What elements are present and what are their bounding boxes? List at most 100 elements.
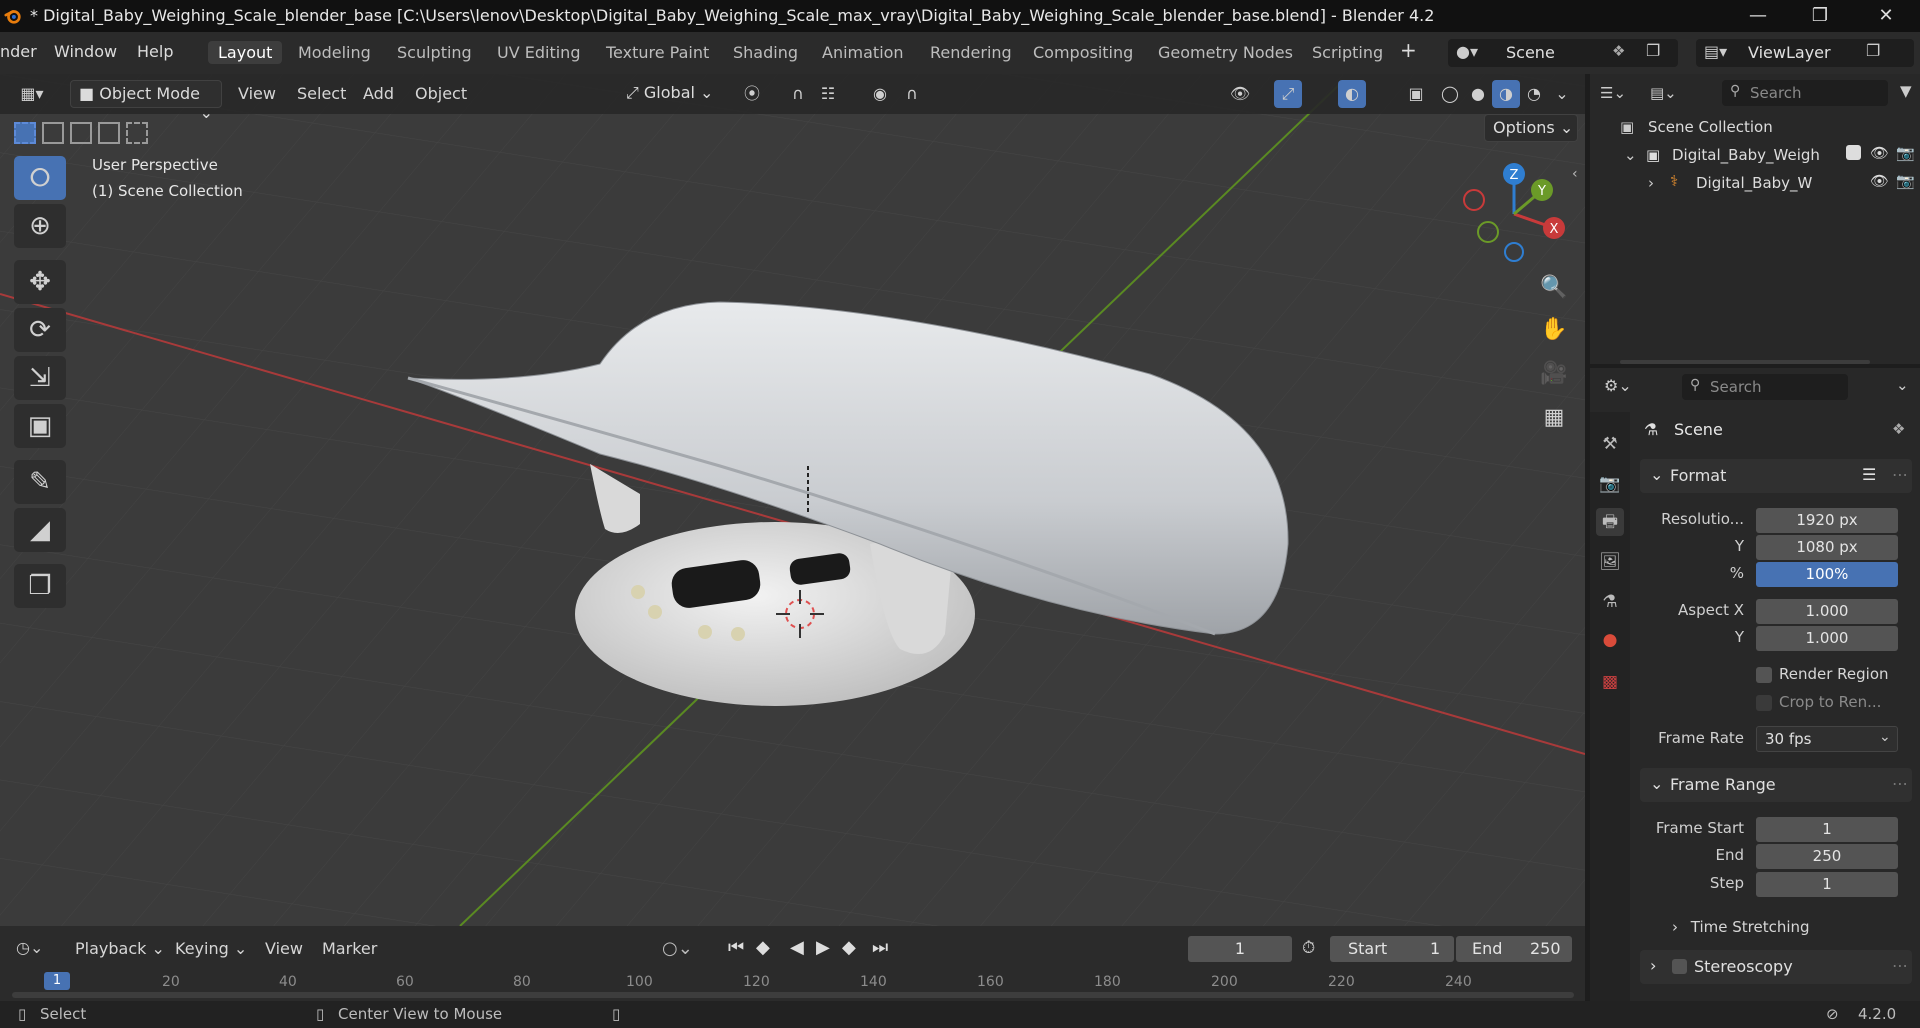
pin-icon[interactable]: ❖ [1612,42,1625,60]
frame-end-field[interactable]: 250 [1756,844,1898,869]
gizmo-neg-x-icon[interactable] [1463,189,1485,211]
tab-texture-paint[interactable]: Texture Paint [596,41,719,64]
timeline-menu-marker[interactable]: Marker [322,939,377,958]
measure-tool-icon[interactable]: ◢ [14,508,66,552]
timeline-menu-keying[interactable]: Keying ⌄ [175,939,247,958]
timeline-start-field[interactable]: Start 1 [1330,936,1454,962]
playhead-indicator[interactable]: 1 [44,972,70,990]
frame-step-field[interactable]: 1 [1756,872,1898,897]
timeline-scrollbar[interactable] [12,992,1574,998]
stereoscopy-checkbox[interactable] [1672,959,1687,974]
outliner-editor-icon[interactable]: ☰⌄ [1600,84,1626,102]
outliner-row-object[interactable]: › ⚕ Digital_Baby_W 👁 📷 [1590,170,1920,196]
scene-tab-icon[interactable]: ⚗ [1596,588,1624,616]
render-tab-icon[interactable]: 📷 [1596,470,1624,498]
close-icon[interactable]: ✕ [1866,4,1906,28]
transform-tool-icon[interactable]: ▣ [14,404,66,448]
snap-target-icon[interactable]: ☷ [814,80,842,108]
viewport-menu-add[interactable]: Add [363,84,394,103]
editor-type-icon[interactable]: ▦▾ [18,80,46,108]
jump-end-icon[interactable]: ⏭ [872,937,888,958]
transform-orientation-dropdown[interactable]: ⤢ Global ⌄ [618,80,726,108]
drag-handle-icon[interactable]: ⋯ [1892,956,1908,975]
new-scene-icon[interactable]: ❐ [1646,41,1660,60]
menu-help[interactable]: Help [137,42,173,61]
outliner-row-collection[interactable]: ⌄ ▣ Digital_Baby_Weigh 👁 📷 [1590,142,1920,168]
timeline-end-field[interactable]: End 250 [1456,936,1572,962]
sidebar-toggle-icon[interactable]: ‹ [1572,166,1578,182]
xray-toggle-icon[interactable]: ▣ [1402,80,1430,108]
timeline-menu-playback[interactable]: Playback ⌄ [75,939,165,958]
gizmo-neg-z-icon[interactable] [1504,242,1524,262]
chevron-down-icon[interactable]: ⌄ [1896,376,1909,394]
world-tab-icon[interactable]: ● [1596,626,1624,654]
navigation-gizmo[interactable]: Z X Y [1456,158,1576,270]
properties-editor-icon[interactable]: ⚙⌄ [1604,376,1632,395]
select-invert-icon[interactable] [98,122,120,144]
presets-list-icon[interactable]: ☰ [1862,465,1876,484]
format-panel-header[interactable]: ⌄ Format ☰ ⋯ [1640,459,1912,493]
exclude-checkbox-icon[interactable] [1846,145,1861,160]
select-box-tool-icon[interactable]: ⭘ [14,156,66,200]
frame-range-panel-header[interactable]: ⌄ Frame Range ⋯ [1640,768,1912,802]
resolution-percent-field[interactable]: 100% [1756,562,1898,587]
select-intersect-icon[interactable] [126,122,148,144]
drag-handle-icon[interactable]: ⋯ [1892,774,1908,793]
view-layer-tab-icon[interactable]: 🖼 [1596,548,1624,576]
pan-hand-icon[interactable]: ✋ [1536,312,1572,348]
wireframe-shading-icon[interactable]: ◯ [1436,80,1464,108]
cursor-tool-icon[interactable]: ⊕ [14,204,66,248]
camera-view-icon[interactable]: 🎥 [1536,356,1572,392]
viewport-menu-select[interactable]: Select [297,84,346,103]
play-reverse-icon[interactable]: ◀ [790,937,804,958]
timeline-editor-icon[interactable]: ◷⌄ [16,938,43,957]
rendered-shading-icon[interactable]: ◔ [1520,80,1548,108]
aspect-y-field[interactable]: 1.000 [1756,626,1898,651]
viewport-menu-object[interactable]: Object [415,84,467,103]
timeline-menu-view[interactable]: View [265,939,303,958]
auto-keying-icon[interactable]: ○⌄ [662,938,693,959]
scale-tool-icon[interactable]: ⇲ [14,356,66,400]
camera-render-icon[interactable]: 📷 [1896,172,1915,190]
gizmo-neg-y-icon[interactable] [1477,221,1499,243]
tab-sculpting[interactable]: Sculpting [387,41,482,64]
ortho-grid-icon[interactable]: ▦ [1536,400,1572,436]
aspect-x-field[interactable]: 1.000 [1756,599,1898,624]
jump-start-icon[interactable]: ⏮ [728,937,744,958]
3d-viewport[interactable]: ▦▾ ■ Object Mode ⌄ View Select Add Objec… [0,74,1585,926]
resolution-x-field[interactable]: 1920 px [1756,508,1898,533]
outliner-search[interactable]: ⚲ Search [1722,80,1888,106]
falloff-icon[interactable]: ∩ [898,80,926,108]
snap-icon[interactable]: ∩ [784,80,812,108]
menu-window[interactable]: Window [54,42,117,61]
tab-scripting[interactable]: Scripting [1302,41,1393,64]
camera-render-icon[interactable]: 📷 [1896,144,1915,162]
tool-tab-icon[interactable]: ⚒ [1596,430,1624,458]
stopwatch-icon[interactable]: ⏱ [1302,938,1315,958]
time-stretching-subpanel[interactable]: › Time Stretching [1672,918,1810,936]
pivot-point-icon[interactable]: ⦿ [738,80,766,108]
stereoscopy-panel-header[interactable]: › Stereoscopy ⋯ [1640,950,1912,984]
move-tool-icon[interactable]: ✥ [14,260,66,304]
texture-tab-icon[interactable]: ▩ [1596,668,1624,696]
resolution-y-field[interactable]: 1080 px [1756,535,1898,560]
frame-start-field[interactable]: 1 [1756,817,1898,842]
render-region-checkbox[interactable] [1756,667,1772,683]
select-extend-icon[interactable] [42,122,64,144]
outliner-row-scene-collection[interactable]: ▣ Scene Collection [1590,114,1920,140]
minimize-icon[interactable]: — [1738,4,1778,28]
tab-uv-editing[interactable]: UV Editing [487,41,590,64]
add-workspace-icon[interactable]: + [1400,38,1417,62]
outliner-scrollbar[interactable] [1620,360,1870,364]
rotate-tool-icon[interactable]: ⟳ [14,308,66,352]
gizmo-toggle-icon[interactable]: ⤢ [1274,80,1302,108]
drag-handle-icon[interactable]: ⋯ [1892,465,1908,484]
current-frame-field[interactable]: 1 [1188,936,1292,962]
tab-layout[interactable]: Layout [208,41,283,64]
tab-compositing[interactable]: Compositing [1023,41,1143,64]
annotate-tool-icon[interactable]: ✎ [14,460,66,504]
crop-checkbox[interactable] [1756,695,1772,711]
zoom-icon[interactable]: 🔍 [1536,270,1572,306]
add-cube-tool-icon[interactable]: ❐ [14,564,66,608]
tab-modeling[interactable]: Modeling [288,41,381,64]
